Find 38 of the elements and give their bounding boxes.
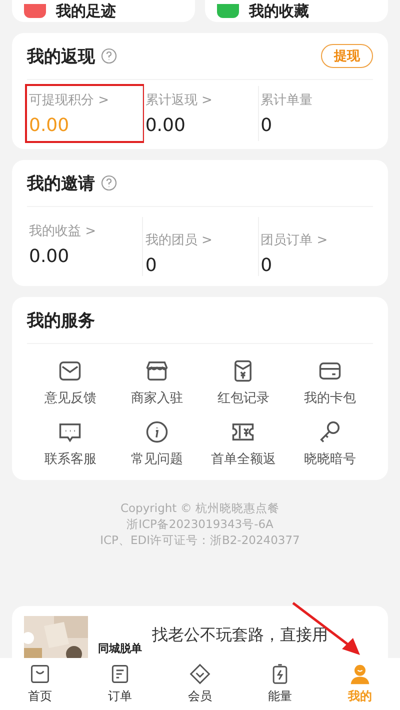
tab-item[interactable]: 会员 (160, 658, 240, 710)
copyright-line: 浙ICP备2023019343号-6A (126, 516, 274, 532)
stat-value: 0 (145, 255, 158, 276)
person-icon (349, 663, 371, 685)
stat-value: 0.00 (29, 115, 70, 136)
tab-item[interactable]: 能量 (240, 658, 320, 710)
tab-item[interactable]: 订单 (80, 658, 160, 710)
stat-value: 0.00 (29, 246, 70, 267)
section-title: 我的邀请 (27, 172, 95, 194)
help-icon[interactable] (101, 48, 117, 64)
shortcut-label: 我的足迹 (56, 2, 116, 20)
service-label[interactable]: 商家入驻 (130, 389, 183, 407)
ad-tag: 同城脱单 (98, 641, 142, 656)
diamond-icon (189, 663, 211, 685)
info-icon (144, 419, 170, 445)
stat-value: 0 (260, 115, 274, 136)
bag-icon (29, 663, 51, 685)
tab-item[interactable]: 首页 (0, 658, 80, 710)
section-title: 我的服务 (27, 310, 95, 332)
service-label[interactable]: 联系客服 (44, 450, 96, 468)
copyright-line: ICP、EDI许可证号：浙B2-20240377 (100, 532, 300, 548)
service-label[interactable]: 晓晓暗号 (304, 450, 356, 468)
ad-card[interactable]: 同城脱单 找老公不玩套路，直接用 (12, 606, 388, 658)
help-icon[interactable] (101, 175, 117, 191)
service-label[interactable]: 红包记录 (217, 389, 270, 407)
shortcut-card[interactable]: 我的足迹 (12, 0, 195, 22)
service-label[interactable]: 首单全额返 (210, 450, 276, 468)
list-icon (109, 663, 131, 685)
service-label[interactable]: 我的卡包 (304, 389, 356, 407)
stat-value: 0 (260, 255, 274, 276)
shortcut-label: 我的收藏 (249, 2, 309, 20)
ad-title: 找老公不玩套路，直接用 (152, 625, 328, 646)
service-label[interactable]: 意见反馈 (44, 389, 96, 407)
service-label[interactable]: 常见问题 (130, 450, 183, 468)
section-title: 我的返现 (27, 46, 95, 68)
shortcut-card[interactable]: 我的收藏 (205, 0, 388, 22)
copyright-line: Copyright © 杭州晓晓惠点餐 (120, 500, 280, 516)
stat-value: 0.00 (145, 115, 186, 136)
